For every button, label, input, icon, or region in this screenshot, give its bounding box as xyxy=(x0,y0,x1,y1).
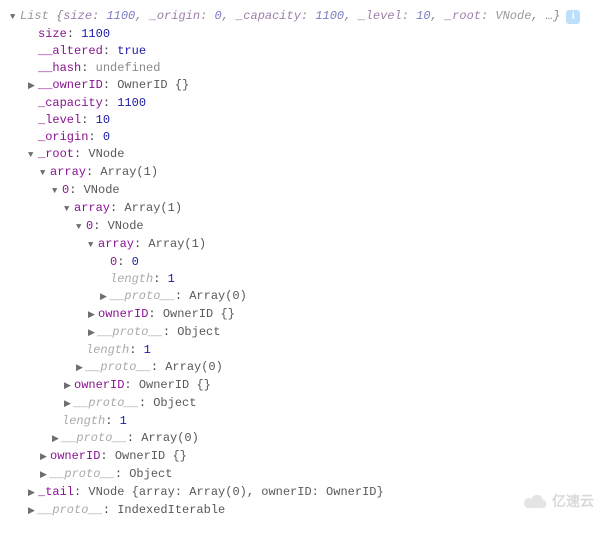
expand-arrow-icon[interactable]: ▼ xyxy=(88,237,98,254)
prop-tail[interactable]: ▶_tail: VNode {array: Array(0), ownerID:… xyxy=(10,484,594,502)
object-summary: {size: 1100, _origin: 0, _capacity: 1100… xyxy=(56,9,560,23)
tree-root[interactable]: ▼List {size: 1100, _origin: 0, _capacity… xyxy=(10,8,594,26)
collapsed-arrow-icon[interactable]: ▶ xyxy=(76,360,86,377)
collapsed-arrow-icon[interactable]: ▶ xyxy=(28,78,38,95)
prop-index-0[interactable]: ▼0: VNode xyxy=(10,182,594,200)
prop-array[interactable]: ▼array: Array(1) xyxy=(10,236,594,254)
prop-length[interactable]: length: 1 xyxy=(10,342,594,359)
watermark: 亿速云 xyxy=(523,493,594,510)
prop-array[interactable]: ▼array: Array(1) xyxy=(10,164,594,182)
collapsed-arrow-icon[interactable]: ▶ xyxy=(28,485,38,502)
collapsed-arrow-icon[interactable]: ▶ xyxy=(40,467,50,484)
collapsed-arrow-icon[interactable]: ▶ xyxy=(64,396,74,413)
prop-ownerid[interactable]: ▶ownerID: OwnerID {} xyxy=(10,448,594,466)
expand-arrow-icon[interactable]: ▼ xyxy=(64,201,74,218)
expand-arrow-icon[interactable]: ▼ xyxy=(52,183,62,200)
info-icon[interactable]: i xyxy=(566,10,580,24)
prop-array[interactable]: ▼array: Array(1) xyxy=(10,200,594,218)
prop-ownerid[interactable]: ▶ownerID: OwnerID {} xyxy=(10,377,594,395)
expand-arrow-icon[interactable]: ▼ xyxy=(40,165,50,182)
prop-origin[interactable]: _origin: 0 xyxy=(10,129,594,146)
prop-proto[interactable]: ▶__proto__: Object xyxy=(10,324,594,342)
prop-ownerid[interactable]: ▶__ownerID: OwnerID {} xyxy=(10,77,594,95)
collapsed-arrow-icon[interactable]: ▶ xyxy=(100,289,110,306)
prop-proto[interactable]: ▶__proto__: Array(0) xyxy=(10,430,594,448)
collapsed-arrow-icon[interactable]: ▶ xyxy=(28,503,38,520)
prop-root[interactable]: ▼_root: VNode xyxy=(10,146,594,164)
expand-arrow-icon[interactable]: ▼ xyxy=(28,147,38,164)
prop-hash[interactable]: __hash: undefined xyxy=(10,60,594,77)
prop-size[interactable]: size: 1100 xyxy=(10,26,594,43)
prop-proto[interactable]: ▶__proto__: Object xyxy=(10,466,594,484)
object-type: List xyxy=(20,9,49,23)
prop-capacity[interactable]: _capacity: 1100 xyxy=(10,95,594,112)
prop-proto[interactable]: ▶__proto__: IndexedIterable xyxy=(10,502,594,520)
prop-index-0[interactable]: 0: 0 xyxy=(10,254,594,271)
collapsed-arrow-icon[interactable]: ▶ xyxy=(40,449,50,466)
cloud-icon xyxy=(523,494,549,510)
collapsed-arrow-icon[interactable]: ▶ xyxy=(88,307,98,324)
prop-proto[interactable]: ▶__proto__: Array(0) xyxy=(10,288,594,306)
collapsed-arrow-icon[interactable]: ▶ xyxy=(64,378,74,395)
collapsed-arrow-icon[interactable]: ▶ xyxy=(52,431,62,448)
expand-arrow-icon[interactable]: ▼ xyxy=(10,9,20,26)
prop-proto[interactable]: ▶__proto__: Object xyxy=(10,395,594,413)
expand-arrow-icon[interactable]: ▼ xyxy=(76,219,86,236)
prop-length[interactable]: length: 1 xyxy=(10,413,594,430)
prop-proto[interactable]: ▶__proto__: Array(0) xyxy=(10,359,594,377)
prop-index-0[interactable]: ▼0: VNode xyxy=(10,218,594,236)
prop-ownerid[interactable]: ▶ownerID: OwnerID {} xyxy=(10,306,594,324)
prop-level[interactable]: _level: 10 xyxy=(10,112,594,129)
prop-length[interactable]: length: 1 xyxy=(10,271,594,288)
collapsed-arrow-icon[interactable]: ▶ xyxy=(88,325,98,342)
prop-altered[interactable]: __altered: true xyxy=(10,43,594,60)
